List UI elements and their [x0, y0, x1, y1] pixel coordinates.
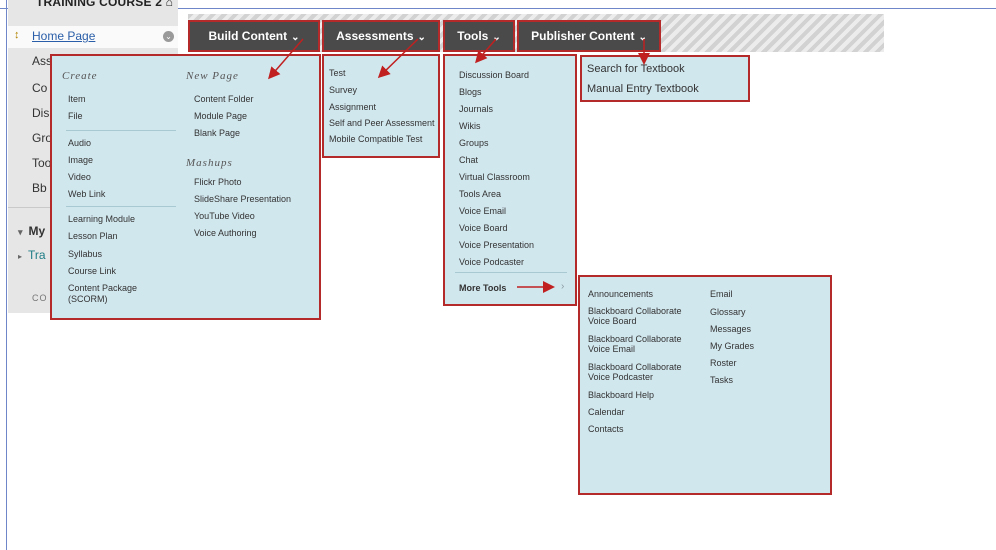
annotation-arrows [268, 38, 650, 293]
arrow-build-content [268, 38, 304, 80]
arrow-tools [475, 38, 497, 64]
arrow-assessments [377, 38, 419, 79]
